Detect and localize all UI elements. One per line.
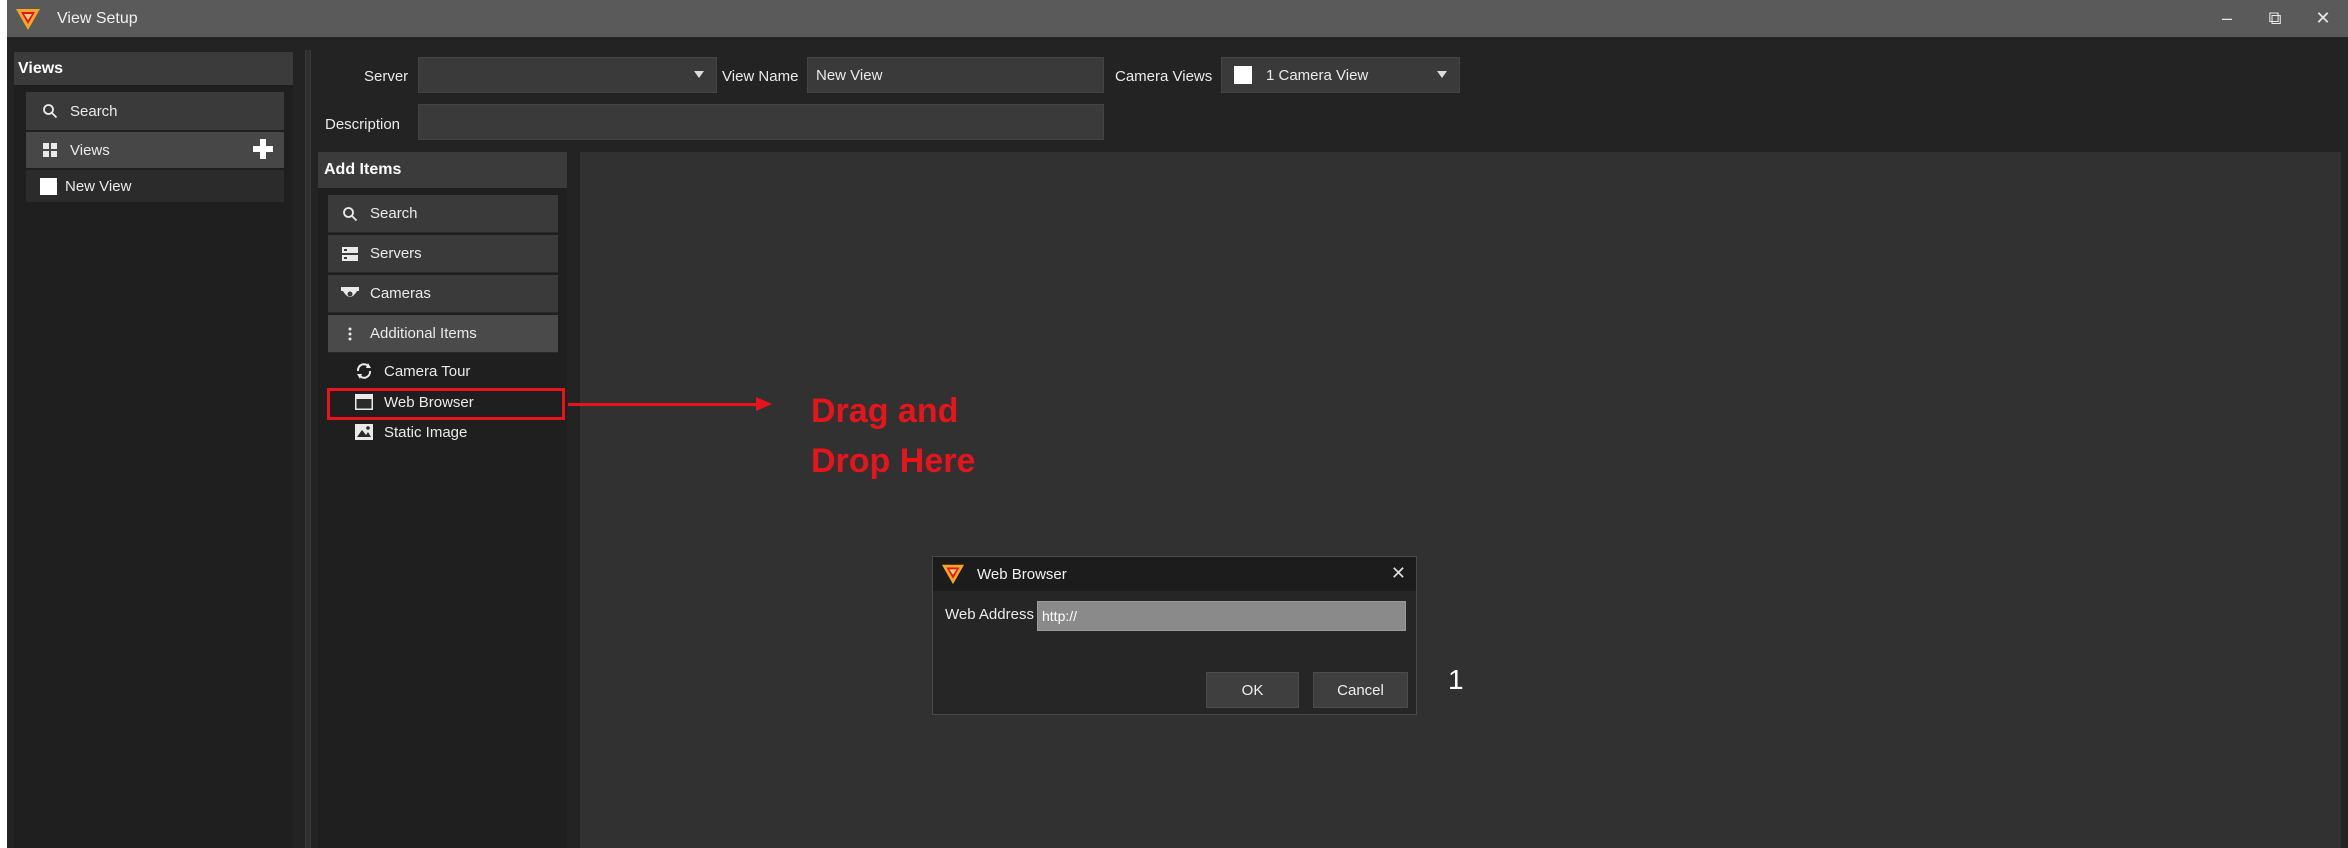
views-tree-label: Views — [70, 141, 110, 159]
view-item-icon — [40, 177, 57, 195]
add-search-label: Search — [370, 205, 418, 222]
search-icon — [340, 204, 360, 224]
description-input[interactable] — [418, 104, 1104, 140]
add-view-icon[interactable] — [252, 138, 274, 160]
camera-tour-label: Camera Tour — [384, 362, 471, 380]
image-icon — [354, 422, 374, 442]
add-items-panel: Add Items Search Servers Cameras Additio… — [318, 152, 567, 848]
tour-cycle-icon — [354, 361, 374, 381]
chevron-down-icon — [1437, 71, 1447, 78]
camera-tour-item[interactable]: Camera Tour — [354, 357, 470, 385]
views-panel-header: Views — [14, 52, 293, 85]
static-image-label: Static Image — [384, 423, 468, 441]
views-search-button[interactable]: Search — [26, 92, 284, 130]
grid-icon — [40, 140, 60, 160]
arrow-right-icon — [756, 397, 772, 411]
more-vertical-icon — [340, 324, 360, 344]
title-bar[interactable]: View Setup – ⧉ ✕ — [7, 0, 2348, 37]
description-label: Description — [325, 116, 401, 133]
close-button[interactable]: ✕ — [2312, 8, 2334, 29]
add-items-search[interactable]: Search — [328, 195, 558, 233]
web-address-input[interactable]: http:// — [1037, 601, 1406, 631]
add-items-header: Add Items — [318, 152, 567, 188]
window-title: View Setup — [57, 9, 138, 27]
camera-views-value: 1 Camera View — [1266, 66, 1369, 84]
dome-camera-icon — [340, 284, 360, 304]
view-name-input[interactable]: New View — [807, 57, 1104, 93]
add-items-cameras[interactable]: Cameras — [328, 275, 558, 313]
view-setup-window: View Setup – ⧉ ✕ Views Search Views New … — [7, 0, 2348, 848]
web-address-label: Web Address — [945, 606, 1034, 623]
view-name-value: New View — [816, 66, 883, 84]
chevron-down-icon — [694, 71, 704, 78]
view-item-label: New View — [65, 177, 132, 195]
panel-splitter[interactable] — [305, 50, 311, 848]
cancel-button[interactable]: Cancel — [1313, 672, 1408, 708]
web-browser-highlight — [327, 388, 565, 420]
camera-views-label: Camera Views — [1115, 68, 1213, 85]
drag-annotation-line1: Drag and — [811, 392, 959, 430]
app-logo-icon — [16, 8, 40, 30]
dialog-title-bar[interactable]: Web Browser ✕ — [933, 557, 1416, 591]
camera-views-dropdown[interactable]: 1 Camera View — [1221, 57, 1460, 93]
views-panel: Views Search Views New View — [14, 52, 293, 848]
view-list-item[interactable]: New View — [26, 170, 284, 202]
views-search-label: Search — [70, 102, 118, 120]
camera-layout-icon — [1234, 66, 1252, 84]
arrow-line — [568, 403, 758, 406]
dialog-close-icon[interactable]: ✕ — [1391, 563, 1406, 584]
additional-items-label: Additional Items — [370, 325, 477, 342]
servers-label: Servers — [370, 245, 422, 262]
server-icon — [340, 244, 360, 264]
server-dropdown[interactable] — [418, 57, 717, 93]
app-logo-icon — [941, 564, 965, 585]
view-canvas-drop-area[interactable] — [580, 152, 2341, 848]
web-browser-dialog: Web Browser ✕ Web Address http:// OK Can… — [932, 556, 1417, 715]
restore-button[interactable]: ⧉ — [2264, 8, 2286, 29]
drag-annotation-line2: Drop Here — [811, 442, 976, 480]
static-image-item[interactable]: Static Image — [354, 418, 467, 446]
view-name-label: View Name — [722, 68, 799, 85]
step-number: 1 — [1448, 664, 1464, 695]
minimize-button[interactable]: – — [2216, 8, 2238, 29]
dialog-title: Web Browser — [977, 565, 1067, 583]
cameras-label: Cameras — [370, 285, 431, 302]
server-label: Server — [364, 68, 409, 85]
add-items-servers[interactable]: Servers — [328, 235, 558, 273]
drag-drop-annotation: Drag and Drop Here — [811, 386, 1071, 486]
views-tree-header[interactable]: Views — [26, 132, 284, 168]
add-items-additional[interactable]: Additional Items — [328, 315, 558, 353]
search-icon — [40, 101, 60, 121]
ok-button[interactable]: OK — [1206, 672, 1299, 708]
window-controls: – ⧉ ✕ — [2216, 0, 2334, 37]
